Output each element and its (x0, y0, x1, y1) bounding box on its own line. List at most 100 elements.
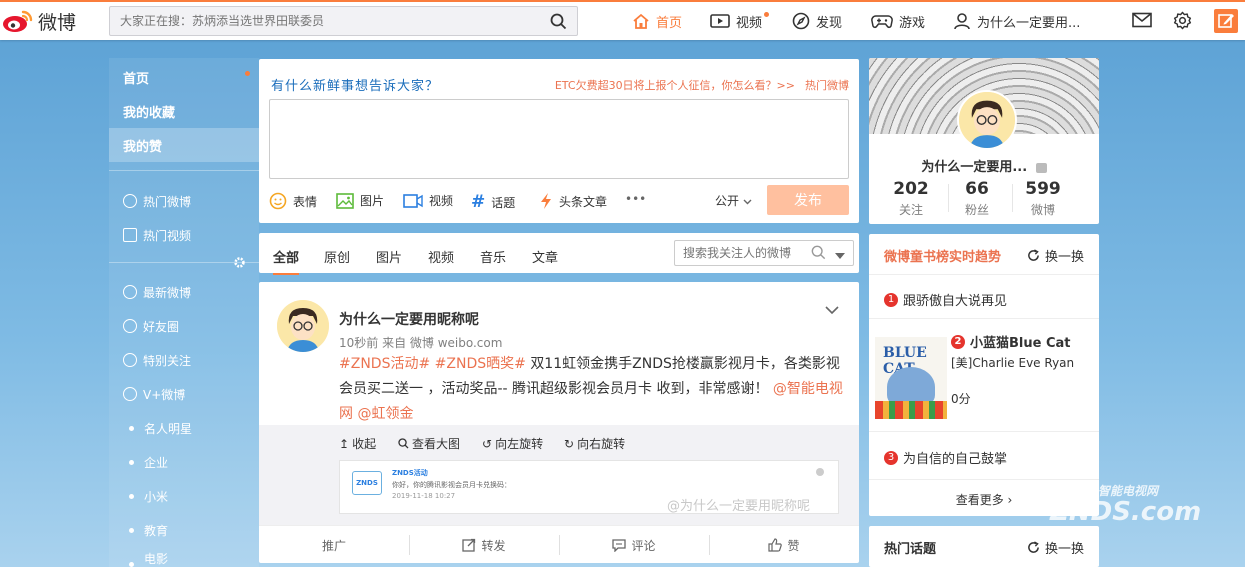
stat-posts[interactable]: 599 微博 (1005, 179, 1081, 218)
gear-icon[interactable] (1173, 11, 1192, 33)
profile-name[interactable]: 为什么一定要用... (869, 156, 1099, 175)
weibo-logo-icon (3, 10, 33, 32)
rotate-right-button[interactable]: ↻ 向右旋转 (564, 435, 625, 452)
comment-button[interactable]: 评论 (559, 526, 709, 564)
sidebar-item-friends[interactable]: 好友圈 (109, 309, 259, 343)
sidebar-item-vplus[interactable]: V+微博 (109, 377, 259, 411)
stat-following-label: 关注 (898, 203, 923, 217)
mention-link[interactable]: @虹领金 (357, 406, 413, 422)
sidebar-item-latest[interactable]: 最新微博 (109, 275, 259, 309)
hot-weibo-link[interactable]: 热门微博 (805, 79, 849, 92)
collapse-button[interactable]: ↥ 收起 (339, 435, 376, 452)
tool-image[interactable]: 图片 (336, 192, 384, 209)
nav-video-label: 视频 (736, 15, 763, 31)
sidebar-item-label: 好友圈 (143, 319, 180, 334)
tool-emoji-label: 表情 (293, 194, 318, 209)
mail-icon[interactable] (1132, 12, 1152, 31)
watermark-title: ZNDS.com (1050, 497, 1202, 527)
nav-discover[interactable]: 发现 (792, 2, 842, 40)
send-button[interactable]: 发布 (767, 185, 849, 215)
book-cover-image[interactable]: BLUE CAT (875, 337, 947, 419)
sidebar-item-likes[interactable]: 我的赞 (109, 128, 259, 162)
hot-topic-link[interactable]: ETC欠费超30日将上报个人征信，你怎么看？>> (555, 79, 795, 92)
repost-label: 转发 (481, 538, 506, 553)
tab-videos[interactable]: 视频 (428, 247, 454, 266)
like-button[interactable]: 赞 (709, 526, 859, 564)
sidebar-item-label: V+微博 (143, 387, 186, 402)
post-author[interactable]: 为什么一定要用昵称呢 (339, 309, 479, 329)
nav-profile[interactable]: 为什么一定要用... (953, 2, 1080, 40)
stat-fans[interactable]: 66 粉丝 (939, 179, 1015, 218)
gear-icon[interactable] (233, 256, 246, 272)
tool-topic-label: 话题 (491, 195, 516, 210)
tool-topic[interactable]: # 话题 (471, 192, 515, 212)
compose-button[interactable] (1214, 9, 1238, 33)
nav-home[interactable]: 首页 (632, 2, 682, 40)
rotate-left-button[interactable]: ↺ 向左旋转 (482, 435, 543, 452)
tool-video[interactable]: 视频 (403, 192, 453, 209)
stat-following[interactable]: 202 关注 (873, 179, 949, 218)
avatar[interactable] (277, 300, 329, 352)
sidebar-item-celebrity[interactable]: 名人明星 (109, 411, 259, 445)
arrow-up-icon: ↥ (339, 436, 350, 451)
tool-video-label: 视频 (429, 194, 454, 208)
avatar-image (277, 300, 329, 352)
trend-item-2[interactable]: 2 小蓝猫Blue Cat (951, 332, 1071, 351)
sidebar-item-movie[interactable]: 电影 (109, 547, 259, 567)
rank-badge: 3 (884, 450, 898, 465)
tool-emoji[interactable]: 表情 (269, 192, 317, 210)
tab-images[interactable]: 图片 (376, 247, 402, 266)
feed-search-input[interactable] (675, 241, 805, 265)
sidebar-item-label: 特别关注 (143, 353, 192, 368)
compose-title: 有什么新鲜事想告诉大家？ (271, 79, 440, 94)
sidebar-item-enterprise[interactable]: 企业 (109, 445, 259, 479)
refresh-label: 换一换 (1044, 542, 1084, 557)
sidebar-item-special[interactable]: 特别关注 (109, 343, 259, 377)
compose-textarea[interactable] (269, 99, 849, 179)
global-search (109, 6, 578, 36)
search-icon[interactable] (811, 245, 826, 263)
nav-games[interactable]: 游戏 (871, 2, 925, 40)
tool-more[interactable]: ••• (625, 192, 646, 206)
tab-music[interactable]: 音乐 (480, 247, 506, 266)
flower-illustration (875, 401, 947, 419)
sidebar-item-hot-video[interactable]: 热门视频 (109, 218, 259, 252)
hot-topics-refresh-button[interactable]: 换一换 (1027, 538, 1084, 557)
search-icon[interactable] (550, 13, 567, 30)
book-author: [美]Charlie Eve Ryan (951, 356, 1075, 370)
promote-button[interactable]: 推广 (259, 526, 409, 564)
tab-articles[interactable]: 文章 (532, 247, 558, 266)
nav-video[interactable]: 视频 (710, 2, 762, 40)
repost-button[interactable]: 转发 (409, 526, 559, 564)
trends-refresh-button[interactable]: 换一换 (1027, 246, 1084, 265)
tab-original[interactable]: 原创 (324, 247, 350, 266)
tab-all[interactable]: 全部 (273, 247, 299, 266)
sidebar-item-label: 热门视频 (143, 228, 192, 243)
caret-down-icon[interactable] (835, 249, 845, 263)
profile-avatar[interactable] (957, 90, 1017, 150)
global-search-input[interactable] (110, 7, 530, 35)
refresh-icon (1027, 541, 1040, 554)
star-icon (123, 285, 137, 299)
hashtag-link[interactable]: #ZNDS活动# (339, 356, 430, 372)
chevron-down-icon[interactable] (825, 304, 839, 318)
sidebar-item-favorites[interactable]: 我的收藏 (109, 94, 259, 128)
trend-item-1[interactable]: 1 跟骄傲自大说再见 (884, 290, 1007, 309)
image-watermark: @为什么一定要用昵称呢 (667, 499, 811, 514)
bullet-icon (129, 562, 134, 567)
post-meta: 10秒前 来自 微博 weibo.com (339, 336, 503, 350)
sidebar-item-xiaomi[interactable]: 小米 (109, 479, 259, 513)
mini-time: 2019-11-18 10:27 (392, 492, 456, 500)
weibo-logo[interactable]: 微博 (2, 6, 82, 36)
logo-text: 微博 (38, 11, 77, 34)
hashtag-link[interactable]: #ZNDS晒奖# (435, 356, 526, 372)
view-large-button[interactable]: 查看大图 (398, 435, 460, 452)
trend-item-3[interactable]: 3 为自信的自己鼓掌 (884, 448, 1007, 467)
sidebar-item-hot-weibo[interactable]: 热门微博 (109, 184, 259, 218)
visibility-select[interactable]: 公开 (715, 192, 752, 209)
sidebar-item-home[interactable]: 首页 (109, 60, 259, 94)
image-preview-panel: ↥ 收起 查看大图 ↺ 向左旋转 ↻ 向右旋转 ZNDS ZNDS活动 你好，你的腾讯… (259, 425, 859, 525)
sidebar-item-education[interactable]: 教育 (109, 513, 259, 547)
thumbs-up-icon (768, 538, 783, 552)
tool-article[interactable]: 头条文章 (539, 192, 607, 210)
